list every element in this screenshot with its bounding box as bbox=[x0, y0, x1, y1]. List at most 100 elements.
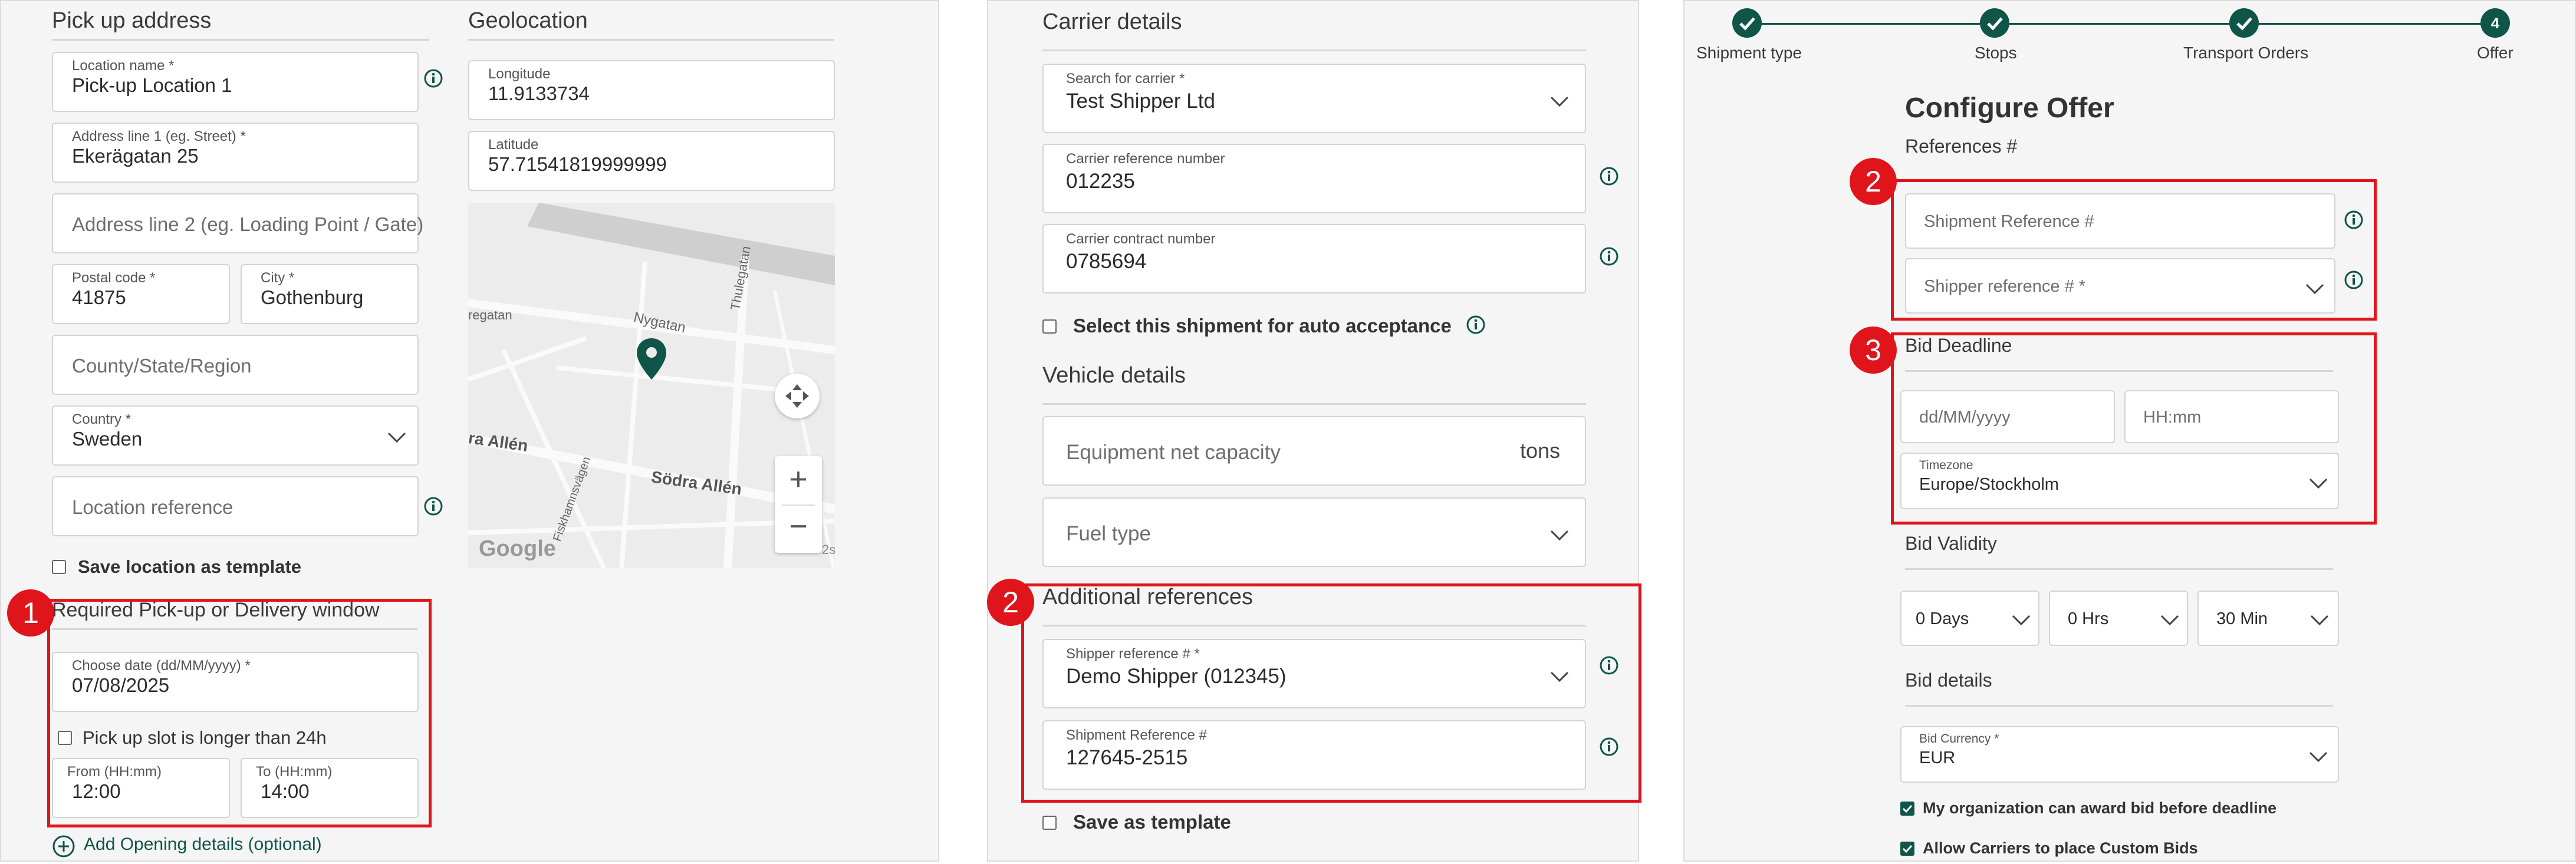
add-opening-details-link[interactable]: Add Opening details (optional) bbox=[84, 835, 322, 855]
shipper-reference-select[interactable]: Shipper reference # * Demo Shipper (0123… bbox=[1042, 639, 1586, 708]
window-title: Required Pick-up or Delivery window bbox=[52, 599, 380, 621]
map-edge-label: 2s bbox=[822, 542, 835, 557]
chevron-down-icon bbox=[2305, 283, 2324, 295]
shipment-reference-field[interactable]: Shipment Reference # bbox=[1905, 193, 2335, 249]
carrier-contract-field[interactable]: Carrier contract number 0785694 bbox=[1042, 224, 1586, 294]
equipment-capacity-field[interactable]: Equipment net capacity tons bbox=[1042, 416, 1586, 486]
carrier-reference-field[interactable]: Carrier reference number 012235 bbox=[1042, 144, 1586, 213]
plus-circle-icon[interactable] bbox=[52, 835, 75, 858]
check-icon bbox=[1902, 804, 1913, 813]
chevron-down-icon bbox=[2012, 615, 2031, 626]
field-placeholder: Equipment net capacity bbox=[1066, 441, 1281, 464]
field-label: Shipment Reference # bbox=[1066, 727, 1207, 743]
step-stops[interactable] bbox=[1980, 8, 2009, 38]
country-select[interactable]: Country * Sweden bbox=[52, 405, 419, 466]
address-line1-field[interactable]: Address line 1 (eg. Street) * Ekerägatan… bbox=[52, 123, 419, 183]
field-label: City * bbox=[261, 270, 295, 286]
search-carrier-select[interactable]: Search for carrier * Test Shipper Ltd bbox=[1042, 64, 1586, 133]
divider bbox=[1905, 568, 2333, 570]
unit-label: tons bbox=[1520, 438, 1561, 463]
field-label: Timezone bbox=[1919, 459, 1973, 472]
zoom-in-button[interactable]: + bbox=[775, 461, 822, 497]
chevron-down-icon bbox=[1550, 530, 1569, 541]
info-icon[interactable] bbox=[1599, 737, 1619, 757]
location-map[interactable]: Nygatan Thulegatan Södra Allén ra Allén … bbox=[468, 203, 835, 568]
postal-code-field[interactable]: Postal code * 41875 bbox=[52, 264, 230, 324]
shipper-reference-select[interactable]: Shipper reference # * bbox=[1905, 258, 2335, 314]
fuel-type-select[interactable]: Fuel type bbox=[1042, 497, 1586, 567]
chevron-down-icon bbox=[1550, 671, 1569, 682]
info-icon[interactable] bbox=[1599, 655, 1619, 675]
step-badge-2: 2 bbox=[987, 579, 1034, 626]
info-icon[interactable] bbox=[423, 496, 443, 516]
field-value: 14:00 bbox=[261, 780, 310, 802]
field-value: Europe/Stockholm bbox=[1919, 475, 2059, 494]
bid-currency-select[interactable]: Bid Currency * EUR bbox=[1900, 726, 2339, 783]
field-value: 0 Hrs bbox=[2068, 609, 2109, 628]
step-label: Transport Orders bbox=[2183, 44, 2309, 62]
vehicle-details-title: Vehicle details bbox=[1042, 363, 1186, 388]
from-time-field[interactable]: From (HH:mm) 12:00 bbox=[52, 758, 230, 818]
field-label: Latitude bbox=[488, 137, 539, 153]
info-icon[interactable] bbox=[2344, 210, 2364, 230]
award-before-deadline-checkbox[interactable] bbox=[1900, 802, 1914, 816]
carrier-details-panel: Carrier details Search for carrier * Tes… bbox=[987, 0, 1641, 862]
map-street-label: regatan bbox=[468, 308, 512, 322]
field-value: 0785694 bbox=[1066, 250, 1147, 273]
step-transport-orders[interactable] bbox=[2229, 8, 2259, 38]
field-label: From (HH:mm) bbox=[67, 764, 162, 780]
field-value: 07/08/2025 bbox=[72, 674, 170, 696]
deadline-time-field[interactable]: HH:mm bbox=[2124, 390, 2339, 443]
step-label: Stops bbox=[1975, 44, 2017, 62]
zoom-out-button[interactable]: − bbox=[775, 508, 822, 545]
info-icon[interactable] bbox=[1466, 315, 1486, 335]
stepper-line bbox=[1747, 23, 2496, 25]
divider bbox=[1042, 50, 1586, 51]
page-title: Configure Offer bbox=[1905, 93, 2114, 124]
field-label: To (HH:mm) bbox=[256, 764, 333, 780]
field-placeholder: dd/MM/yyyy bbox=[1919, 408, 2011, 427]
info-icon[interactable] bbox=[1599, 246, 1619, 266]
divider bbox=[1905, 370, 2333, 372]
to-time-field[interactable]: To (HH:mm) 14:00 bbox=[241, 758, 419, 818]
auto-acceptance-label: Select this shipment for auto acceptance bbox=[1073, 315, 1452, 337]
auto-acceptance-checkbox[interactable] bbox=[1042, 319, 1057, 334]
validity-days-select[interactable]: 0 Days bbox=[1900, 591, 2039, 646]
field-label: Address line 1 (eg. Street) * bbox=[72, 128, 246, 144]
save-location-template-label: Save location as template bbox=[78, 556, 302, 577]
city-field[interactable]: City * Gothenburg bbox=[241, 264, 419, 324]
step-shipment-type[interactable] bbox=[1732, 8, 1762, 38]
field-placeholder: Shipment Reference # bbox=[1924, 212, 2094, 231]
references-title: References # bbox=[1905, 136, 2018, 157]
field-label: Choose date (dd/MM/yyyy) * bbox=[72, 658, 251, 674]
info-icon[interactable] bbox=[423, 68, 443, 88]
info-icon[interactable] bbox=[1599, 166, 1619, 186]
validity-minutes-select[interactable]: 30 Min bbox=[2197, 591, 2339, 646]
map-pin-icon[interactable] bbox=[636, 337, 667, 381]
check-icon bbox=[1987, 17, 2003, 31]
deadline-date-field[interactable]: dd/MM/yyyy bbox=[1900, 390, 2115, 443]
chevron-down-icon bbox=[1550, 96, 1569, 107]
info-icon[interactable] bbox=[2344, 270, 2364, 290]
fullscreen-button[interactable] bbox=[775, 374, 820, 418]
field-value: EUR bbox=[1919, 748, 1956, 767]
location-name-field[interactable]: Location name * Pick-up Location 1 bbox=[52, 52, 419, 112]
validity-hours-select[interactable]: 0 Hrs bbox=[2049, 591, 2188, 646]
step-offer[interactable]: 4 bbox=[2480, 8, 2510, 38]
latitude-field[interactable]: Latitude 57.71541819999999 bbox=[468, 131, 835, 191]
timezone-select[interactable]: Timezone Europe/Stockholm bbox=[1900, 453, 2339, 509]
chevron-down-icon bbox=[2310, 615, 2329, 626]
pickup-date-field[interactable]: Choose date (dd/MM/yyyy) * 07/08/2025 bbox=[52, 652, 419, 712]
custom-bids-checkbox[interactable] bbox=[1900, 842, 1914, 856]
field-value: 30 Min bbox=[2216, 609, 2268, 628]
save-location-template-checkbox[interactable] bbox=[52, 560, 66, 574]
location-reference-field[interactable]: Location reference bbox=[52, 476, 419, 536]
slot-longer-checkbox[interactable] bbox=[58, 731, 72, 745]
longitude-field[interactable]: Longitude 11.9133734 bbox=[468, 60, 835, 120]
shipment-reference-field[interactable]: Shipment Reference # 127645-2515 bbox=[1042, 720, 1586, 790]
field-label: Search for carrier * bbox=[1066, 71, 1185, 87]
divider bbox=[468, 39, 834, 41]
county-field[interactable]: County/State/Region bbox=[52, 335, 419, 395]
address-line2-field[interactable]: Address line 2 (eg. Loading Point / Gate… bbox=[52, 193, 423, 253]
save-template-checkbox[interactable] bbox=[1042, 816, 1057, 830]
